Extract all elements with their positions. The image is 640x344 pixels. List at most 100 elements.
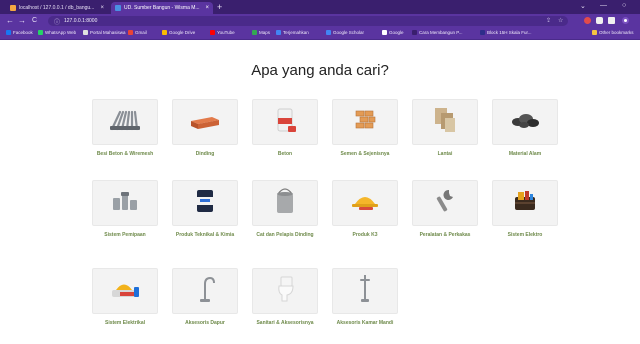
category-label[interactable]: Sistem Elektro (492, 231, 558, 239)
bookmark-item[interactable]: Google (382, 30, 404, 35)
category-card[interactable]: Produk K3 (332, 180, 398, 239)
category-label[interactable]: Besi Beton & Wiremesh (92, 150, 158, 158)
category-card[interactable]: Sistem Elektro (492, 180, 558, 239)
brick-icon (188, 109, 222, 136)
category-card[interactable]: Dinding (172, 99, 238, 158)
category-card[interactable]: Sistem Pemipaan (92, 180, 158, 239)
category-image[interactable] (492, 99, 558, 145)
category-image[interactable] (172, 99, 238, 145)
bookmark-item[interactable]: Terjemahkan (276, 30, 309, 35)
chemical-bucket-icon (192, 187, 218, 220)
reload-button[interactable]: C (32, 16, 37, 26)
close-tab-icon[interactable]: × (205, 5, 209, 11)
bookmark-favicon-icon (382, 30, 387, 35)
category-label[interactable]: Sistem Pemipaan (92, 231, 158, 239)
close-tab-icon[interactable]: × (100, 5, 104, 11)
bookmark-item[interactable]: Gmail (128, 30, 147, 35)
bookmark-favicon-icon (480, 30, 485, 35)
bookmark-item[interactable]: WhatsApp Web (38, 30, 76, 35)
new-tab-button[interactable]: + (217, 2, 222, 12)
bookmark-item[interactable]: Facebook (6, 30, 33, 35)
browser-tab-active[interactable]: UD. Sumber Bangun - Wisma M... × (111, 2, 213, 14)
bookmark-item[interactable]: Portal Mahasiswa (83, 30, 126, 35)
category-card[interactable]: Besi Beton & Wiremesh (92, 99, 158, 158)
bookmark-favicon-icon (276, 30, 281, 35)
category-image[interactable] (92, 180, 158, 226)
category-image[interactable] (252, 99, 318, 145)
category-label[interactable]: Sanitari & Aksesorisnya (252, 319, 318, 327)
address-bar[interactable]: ⓘ 127.0.0.1:8000 ⇪ ☆ (48, 16, 568, 26)
category-image[interactable] (332, 268, 398, 314)
category-label[interactable]: Dinding (172, 150, 238, 158)
share-icon[interactable]: ⇪ (546, 17, 551, 24)
other-bookmarks[interactable]: Other bookmarks (592, 30, 634, 35)
bookmarks-bar: Facebook WhatsApp Web Portal Mahasiswa Gmai… (0, 28, 640, 40)
bookmark-label: Block 15H Skala Fur... (487, 30, 532, 35)
category-image[interactable] (92, 99, 158, 145)
minimize-button[interactable]: ⌄ (580, 2, 586, 10)
wrench-icon (432, 187, 458, 220)
category-label[interactable]: Produk Teknikal & Kimia (172, 231, 238, 239)
bookmark-label: Terjemahkan (283, 30, 309, 35)
category-card[interactable]: Beton (252, 99, 318, 158)
category-label[interactable]: Peralatan & Perkakas (412, 231, 478, 239)
bookmark-favicon-icon (412, 30, 417, 35)
category-image[interactable] (332, 180, 398, 226)
category-card[interactable]: Aksesoris Kamar Mandi (332, 268, 398, 327)
category-image[interactable] (412, 99, 478, 145)
forward-button[interactable]: → (18, 16, 26, 26)
category-image[interactable] (172, 180, 238, 226)
bookmark-favicon-icon (326, 30, 331, 35)
category-image[interactable] (412, 180, 478, 226)
bookmark-label: WhatsApp Web (45, 30, 77, 35)
category-card[interactable]: Sistem Elektrikal (92, 268, 158, 327)
category-label[interactable]: Lantai (412, 150, 478, 158)
category-card[interactable]: Material Alam (492, 99, 558, 158)
category-image[interactable] (252, 268, 318, 314)
category-card[interactable]: Produk Teknikal & Kimia (172, 180, 238, 239)
bookmark-item[interactable]: Block 15H Skala Fur... (480, 30, 532, 35)
bookmark-favicon-icon (128, 30, 133, 35)
bookmark-item[interactable]: Maps (252, 30, 270, 35)
category-label[interactable]: Sistem Elektrikal (92, 319, 158, 327)
category-card[interactable]: Semen & Sejenisnya (332, 99, 398, 158)
category-label[interactable]: Aksesoris Kamar Mandi (332, 319, 398, 327)
category-label[interactable]: Produk K3 (332, 231, 398, 239)
kitchen-faucet-icon (193, 274, 217, 309)
bookmark-label: Google Scholar (333, 30, 365, 35)
close-window-button[interactable]: ○ (622, 2, 626, 9)
bookmark-item[interactable]: YouTube (210, 30, 235, 35)
maximize-button[interactable]: — (600, 2, 607, 9)
back-button[interactable]: ← (6, 16, 14, 26)
category-card[interactable]: Aksesoris Dapur (172, 268, 238, 327)
category-label[interactable]: Beton (252, 150, 318, 158)
puzzle-icon[interactable] (596, 17, 603, 24)
sidebar-icon[interactable] (608, 17, 615, 24)
profile-avatar-icon[interactable] (622, 17, 629, 24)
site-info-icon[interactable]: ⓘ (54, 17, 60, 26)
bookmark-item[interactable]: Cara Membangun P... (412, 30, 462, 35)
category-image[interactable] (252, 180, 318, 226)
category-image[interactable] (492, 180, 558, 226)
stones-icon (508, 109, 542, 136)
bookmark-item[interactable]: Google Drive (162, 30, 195, 35)
category-card[interactable]: Sanitari & Aksesorisnya (252, 268, 318, 327)
category-image[interactable] (332, 99, 398, 145)
bookmark-item[interactable]: Google Scholar (326, 30, 364, 35)
bookmark-label: Google (389, 30, 404, 35)
category-card[interactable]: Cat dan Pelapis Dinding (252, 180, 318, 239)
category-label[interactable]: Aksesoris Dapur (172, 319, 238, 327)
category-label[interactable]: Semen & Sejenisnya (332, 150, 398, 158)
bookmark-star-icon[interactable]: ☆ (558, 17, 563, 24)
category-card[interactable]: Lantai (412, 99, 478, 158)
category-image[interactable] (172, 268, 238, 314)
shower-icon (354, 273, 376, 310)
extension-icon[interactable] (584, 17, 591, 24)
bookmark-favicon-icon (38, 30, 43, 35)
category-label[interactable]: Cat dan Pelapis Dinding (252, 231, 318, 239)
category-card[interactable]: Peralatan & Perkakas (412, 180, 478, 239)
category-label[interactable]: Material Alam (492, 150, 558, 158)
browser-tab[interactable]: localhost / 127.0.0.1 / db_bangu... × (6, 2, 108, 14)
safety-helmet-icon (349, 190, 381, 217)
category-image[interactable] (92, 268, 158, 314)
